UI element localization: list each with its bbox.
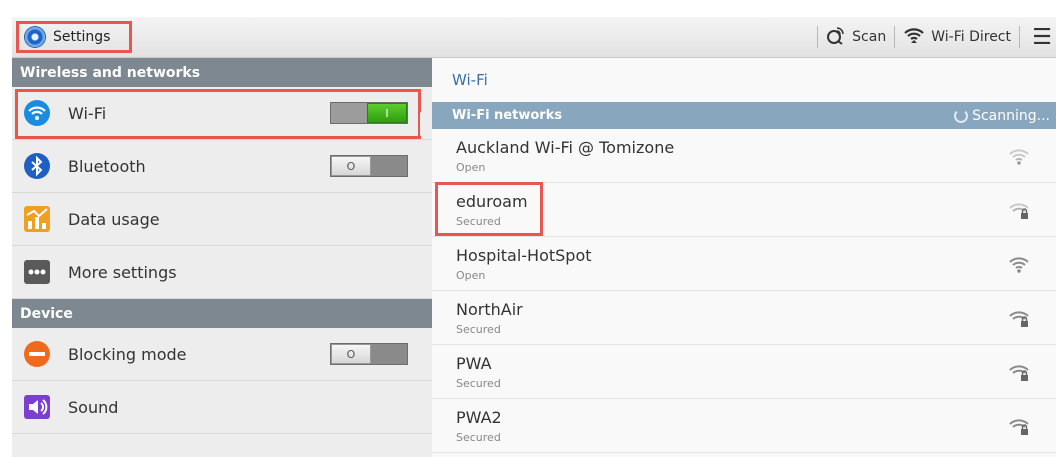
selection-pointer: [420, 112, 432, 136]
settings-item-bluetooth[interactable]: Bluetooth O: [12, 140, 432, 193]
wifi-secured-signal-icon: [1009, 419, 1029, 435]
toggle-knob: I: [367, 103, 407, 123]
wifi-icon: [22, 98, 52, 128]
wifi-secured-signal-icon: [1009, 203, 1029, 219]
scanning-label: Scanning...: [972, 107, 1050, 124]
data-usage-icon: [22, 204, 52, 234]
network-item[interactable]: PWA Secured: [432, 345, 1056, 399]
settings-item-label: Blocking mode: [68, 344, 187, 364]
blocking-mode-toggle[interactable]: O: [330, 343, 408, 365]
settings-list: Wireless and networks Wi-Fi I Bluetooth …: [12, 58, 432, 457]
wifi-direct-icon: [903, 26, 925, 49]
network-item[interactable]: eduroam Secured: [432, 182, 1056, 237]
divider: [894, 26, 896, 48]
network-item[interactable]: PWA2 Secured: [432, 399, 1056, 453]
network-name: Hospital-HotSpot: [456, 246, 592, 265]
settings-item-wifi[interactable]: Wi-Fi I: [12, 87, 432, 140]
bluetooth-toggle[interactable]: O: [330, 155, 408, 177]
wifi-signal-icon: [1009, 149, 1029, 165]
scan-icon: [826, 25, 846, 50]
network-item[interactable]: Auckland Wi-Fi @ Tomizone Open: [432, 129, 1056, 183]
settings-item-blocking-mode[interactable]: Blocking mode O: [12, 328, 432, 381]
network-status: Open: [456, 269, 486, 282]
wifi-detail-pane: Wi-Fi Wi-Fi networks Scanning... Aucklan…: [432, 58, 1056, 457]
more-settings-icon: [22, 257, 52, 287]
wifi-direct-label: Wi-Fi Direct: [931, 29, 1011, 45]
spinner-icon: [954, 108, 969, 123]
network-status: Secured: [456, 377, 501, 390]
bluetooth-icon: [22, 151, 52, 181]
settings-item-label: More settings: [68, 262, 177, 282]
settings-item-label: Bluetooth: [68, 156, 146, 176]
app-title: Settings: [53, 29, 111, 45]
settings-item-label: Sound: [68, 397, 119, 417]
divider: [817, 26, 819, 48]
settings-item-label: Data usage: [68, 209, 160, 229]
scan-label: Scan: [852, 29, 887, 45]
network-name: Auckland Wi-Fi @ Tomizone: [456, 138, 675, 157]
wifi-toggle[interactable]: I: [330, 102, 408, 124]
wifi-networks-header: Wi-Fi networks Scanning...: [432, 102, 1056, 129]
network-name: PWA: [456, 354, 492, 373]
wifi-signal-icon: [1009, 257, 1029, 273]
scan-button[interactable]: Scan: [826, 25, 886, 50]
network-status: Open: [456, 161, 486, 174]
wifi-networks-header-label: Wi-Fi networks: [452, 108, 563, 123]
settings-title-button[interactable]: Settings: [16, 21, 132, 53]
network-status: Secured: [456, 215, 501, 228]
section-header-wireless: Wireless and networks: [12, 58, 432, 87]
network-status: Secured: [456, 431, 501, 444]
wifi-secured-signal-icon: [1009, 365, 1029, 381]
action-bar: Settings Scan Wi-Fi Direct ☰: [12, 17, 1056, 58]
divider: [1019, 26, 1020, 48]
settings-item-sound[interactable]: Sound: [12, 381, 432, 434]
network-item[interactable]: NorthAir Secured: [432, 291, 1056, 345]
scanning-indicator: Scanning...: [954, 102, 1050, 129]
network-name: NorthAir: [456, 300, 523, 319]
sound-icon: [22, 392, 52, 422]
network-name: eduroam: [456, 192, 528, 211]
wifi-secured-signal-icon: [1009, 311, 1029, 327]
action-bar-actions: Scan Wi-Fi Direct ☰: [809, 17, 1056, 57]
overflow-menu-icon[interactable]: ☰: [1028, 25, 1056, 50]
settings-item-more-settings[interactable]: More settings: [12, 246, 432, 299]
settings-item-label: Wi-Fi: [68, 103, 107, 123]
section-header-device: Device: [12, 299, 432, 328]
blocking-mode-icon: [22, 339, 52, 369]
toggle-knob: O: [331, 344, 371, 364]
settings-gear-icon: [25, 27, 45, 47]
network-status: Secured: [456, 323, 501, 336]
settings-item-data-usage[interactable]: Data usage: [12, 193, 432, 246]
network-name: PWA2: [456, 408, 502, 427]
wifi-direct-button[interactable]: Wi-Fi Direct: [903, 26, 1011, 49]
toggle-knob: O: [331, 156, 371, 176]
pane-title: Wi-Fi: [452, 71, 488, 89]
network-item[interactable]: Hospital-HotSpot Open: [432, 237, 1056, 291]
